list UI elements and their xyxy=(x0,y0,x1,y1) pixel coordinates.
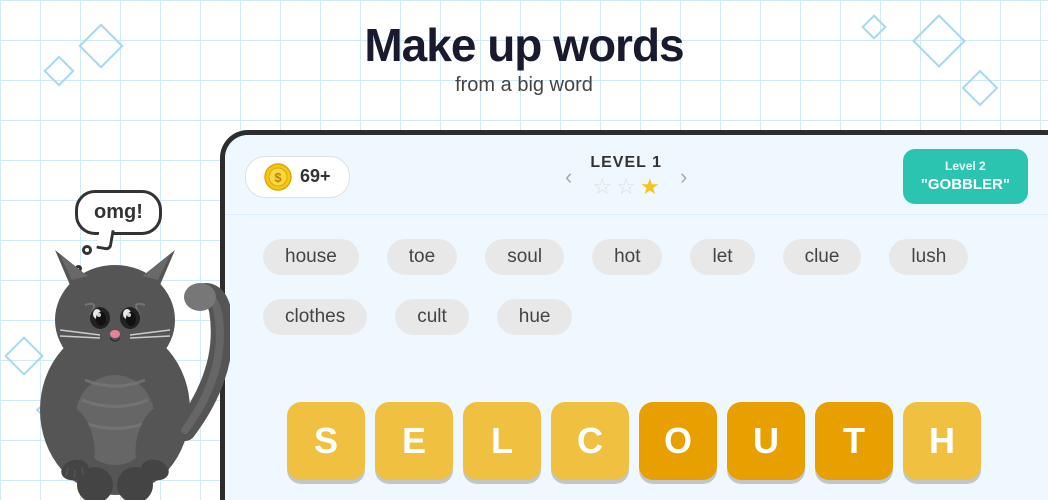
header: Make up words from a big word xyxy=(0,18,1048,97)
letter-tile-o[interactable]: O xyxy=(639,402,717,480)
speech-bubble: omg! xyxy=(75,190,162,235)
stars-row: ☆ ☆ ★ xyxy=(590,174,662,200)
word-slot[interactable]: cult xyxy=(395,299,469,335)
level-center: ‹ LEVEL 1 ☆ ☆ ★ › xyxy=(557,154,695,200)
level-label: LEVEL 1 xyxy=(590,154,662,172)
next-level-label: Level 2 xyxy=(921,159,1010,175)
star-2: ☆ xyxy=(616,174,636,200)
coin-value: 69+ xyxy=(300,166,331,187)
panel-topbar: $ 69+ ‹ LEVEL 1 ☆ ☆ ★ › Level 2 "GOBBLER… xyxy=(225,135,1048,215)
letter-tile-t[interactable]: T xyxy=(815,402,893,480)
letter-tile-s[interactable]: S xyxy=(287,402,365,480)
word-slot[interactable]: lush xyxy=(889,239,968,275)
word-slot[interactable]: let xyxy=(690,239,754,275)
next-level-name: "GOBBLER" xyxy=(921,175,1010,195)
letter-tile-e[interactable]: E xyxy=(375,402,453,480)
word-slot[interactable]: hue xyxy=(497,299,573,335)
coin-area: $ 69+ xyxy=(245,156,350,198)
next-level-arrow[interactable]: › xyxy=(672,160,695,194)
letter-tile-u[interactable]: U xyxy=(727,402,805,480)
prev-level-button[interactable]: ‹ xyxy=(557,160,580,194)
cat-area: omg! xyxy=(0,130,230,500)
star-3: ★ xyxy=(640,174,660,200)
letter-tile-l[interactable]: L xyxy=(463,402,541,480)
cat-illustration xyxy=(0,130,230,500)
word-grid: house toesoulhotletclue lush clothes culthue xyxy=(225,215,1048,349)
word-slot[interactable]: soul xyxy=(485,239,564,275)
word-slot[interactable]: clothes xyxy=(263,299,367,335)
letter-row: SELCOUTH xyxy=(220,402,1048,480)
speech-text: omg! xyxy=(94,201,143,223)
next-level-button[interactable]: Level 2 "GOBBLER" xyxy=(903,149,1028,204)
svg-text:$: $ xyxy=(274,170,282,185)
star-1: ☆ xyxy=(593,174,613,200)
page-subtitle: from a big word xyxy=(0,74,1048,97)
word-slot[interactable]: house xyxy=(263,239,359,275)
level-info: LEVEL 1 ☆ ☆ ★ xyxy=(590,154,662,200)
word-slot[interactable]: hot xyxy=(592,239,662,275)
letter-tile-h[interactable]: H xyxy=(903,402,981,480)
letter-tile-c[interactable]: C xyxy=(551,402,629,480)
page-title: Make up words xyxy=(0,18,1048,72)
word-slot[interactable]: toe xyxy=(387,239,457,275)
word-slot[interactable]: clue xyxy=(783,239,862,275)
coin-icon: $ xyxy=(264,163,292,191)
